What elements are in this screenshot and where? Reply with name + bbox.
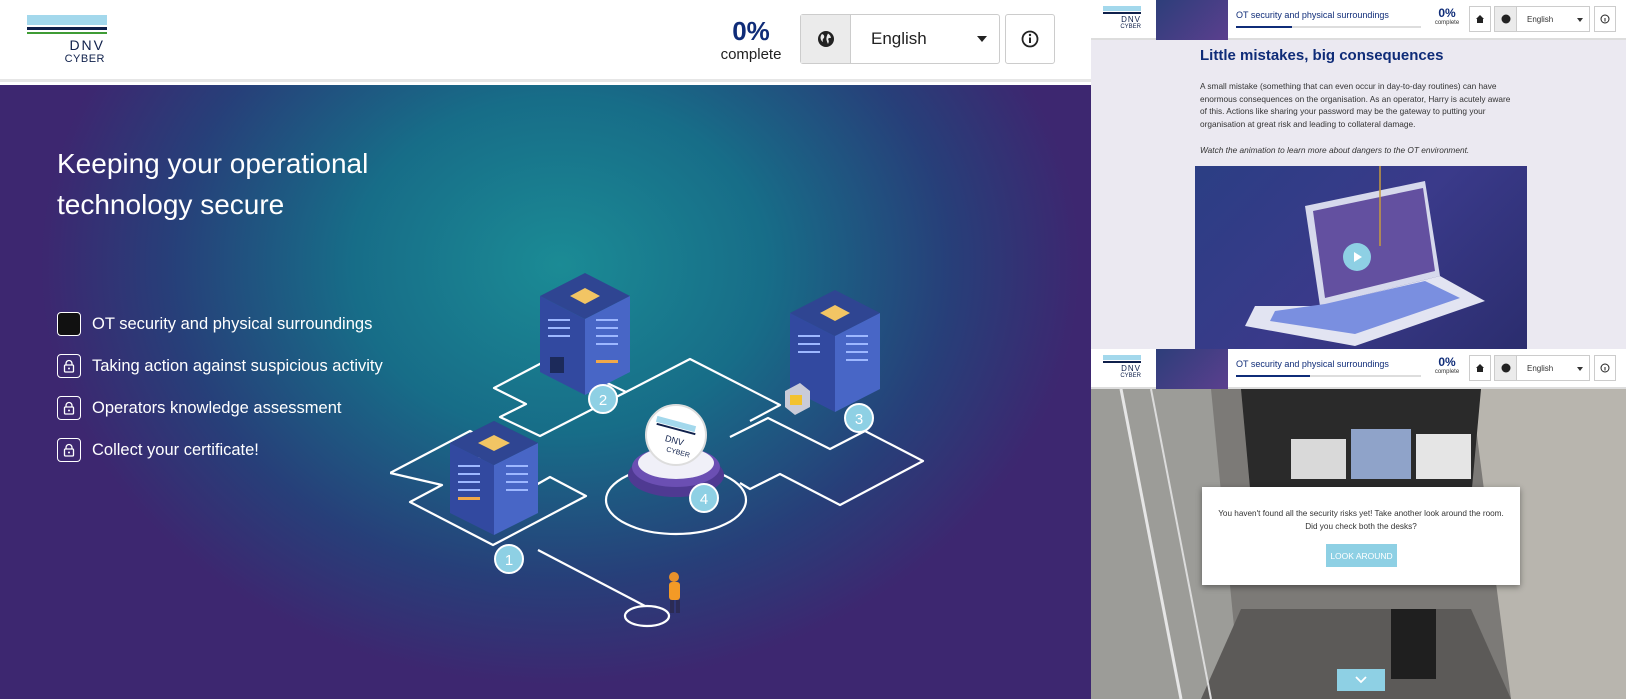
language-selector[interactable]: English: [800, 14, 1000, 64]
info-button[interactable]: [1594, 355, 1616, 381]
operator-figure: [669, 572, 680, 613]
globe-icon: [1495, 356, 1517, 380]
module-label: Taking action against suspicious activit…: [92, 356, 383, 375]
info-icon: [1600, 14, 1610, 24]
module-label: Collect your certificate!: [92, 440, 259, 459]
header: DNV CYBER 0% complete English: [0, 0, 1091, 82]
module-item-knowledge-assessment: Operators knowledge assessment: [57, 387, 383, 429]
logo-text-cyber: CYBER: [1120, 373, 1141, 379]
marker-label: 4: [700, 491, 708, 508]
screenshot-collage: DNV CYBER 0% complete English Keeping yo…: [0, 0, 1626, 699]
header: DNV CYBER OT security and physical surro…: [1091, 349, 1626, 389]
lesson-screen-animation: DNV CYBER OT security and physical surro…: [1091, 0, 1626, 350]
course-overview: Keeping your operational technology secu…: [0, 85, 1091, 699]
animation-player[interactable]: [1195, 166, 1527, 350]
marker-1[interactable]: 1: [494, 544, 524, 574]
home-icon: [1476, 364, 1484, 372]
feedback-dialog: You haven't found all the security risks…: [1202, 487, 1520, 585]
main-course-screen: DNV CYBER 0% complete English Keeping yo…: [0, 0, 1091, 699]
home-icon: [1476, 15, 1484, 23]
course-title-dropdown[interactable]: OT security and physical surroundings: [1236, 359, 1389, 369]
globe-icon: [801, 15, 851, 63]
dnv-cyber-logo[interactable]: DNV CYBER: [27, 15, 107, 65]
course-map-illustration: DNV CYBER 1 2 3 4: [390, 273, 925, 628]
module-label: OT security and physical surroundings: [92, 314, 373, 333]
logo-text-cyber: CYBER: [64, 53, 105, 65]
marker-4[interactable]: 4: [689, 483, 719, 513]
progress-percent: 0%: [1438, 355, 1456, 369]
info-button[interactable]: [1594, 6, 1616, 32]
progress-indicator: 0% complete: [716, 16, 786, 64]
module-list: OT security and physical surroundings Ta…: [57, 303, 383, 471]
module-item-suspicious-activity: Taking action against suspicious activit…: [57, 345, 383, 387]
marker-2[interactable]: 2: [588, 384, 618, 414]
home-button[interactable]: [1469, 6, 1491, 32]
dnv-cyber-logo[interactable]: DNV CYBER: [1103, 6, 1141, 34]
dnv-cyber-logo[interactable]: DNV CYBER: [1103, 355, 1141, 383]
dnv-hub-platform[interactable]: DNV CYBER: [628, 404, 724, 497]
home-button[interactable]: [1469, 355, 1491, 381]
progress-label: complete: [720, 46, 782, 63]
play-icon: [1354, 252, 1362, 262]
logo-text-dnv: DNV: [1121, 364, 1141, 373]
course-thumbnail[interactable]: [1156, 349, 1228, 389]
look-around-button[interactable]: LOOK AROUND: [1326, 544, 1397, 567]
course-title-dropdown[interactable]: OT security and physical surroundings: [1236, 10, 1389, 20]
lesson-screen-room: DNV CYBER OT security and physical surro…: [1091, 349, 1626, 699]
chevron-down-icon: [1355, 676, 1367, 684]
lock-icon: [57, 396, 81, 420]
lock-icon: [57, 354, 81, 378]
logo-text-dnv: DNV: [69, 37, 105, 53]
server-rack-1[interactable]: [450, 421, 538, 535]
module-item-certificate: Collect your certificate!: [57, 429, 383, 471]
header: DNV CYBER OT security and physical surro…: [1091, 0, 1626, 40]
language-value: English: [1517, 356, 1589, 380]
language-value: English: [871, 29, 927, 48]
language-selector[interactable]: English: [1494, 355, 1590, 381]
play-button[interactable]: [1343, 243, 1371, 271]
info-button[interactable]: [1005, 14, 1055, 64]
marker-label: 3: [855, 411, 863, 428]
progress-indicator: 0% complete: [1429, 6, 1465, 26]
language-selector[interactable]: English: [1494, 6, 1590, 32]
lesson-body: A small mistake (something that can even…: [1200, 81, 1511, 129]
progress-label: complete: [1434, 20, 1460, 26]
progress-indicator: 0% complete: [1429, 355, 1465, 375]
logo-text-dnv: DNV: [1121, 15, 1141, 24]
marker-3[interactable]: 3: [844, 403, 874, 433]
dialog-message: You haven't found all the security risks…: [1218, 509, 1504, 531]
language-value: English: [1517, 7, 1589, 31]
module-label: Operators knowledge assessment: [92, 398, 342, 417]
logo-text-cyber: CYBER: [1120, 24, 1141, 30]
module-status-current: [57, 312, 81, 336]
info-icon: [1600, 363, 1610, 373]
language-select[interactable]: English: [851, 15, 999, 63]
globe-icon: [1495, 7, 1517, 31]
lock-icon: [57, 438, 81, 462]
course-thumbnail[interactable]: [1156, 0, 1228, 40]
page-title: Keeping your operational technology secu…: [57, 148, 369, 220]
progress-percent: 0%: [1438, 6, 1456, 20]
module-item-ot-security[interactable]: OT security and physical surroundings: [57, 303, 383, 345]
marker-label: 2: [599, 392, 607, 409]
server-rack-3[interactable]: [785, 290, 880, 415]
progress-percent: 0%: [732, 16, 770, 46]
lesson-hint: Watch the animation to learn more about …: [1200, 145, 1470, 155]
server-rack-2[interactable]: [540, 273, 630, 395]
course-progress-bar: [1236, 375, 1421, 377]
scroll-down-button[interactable]: [1337, 669, 1385, 691]
course-progress-bar: [1236, 26, 1421, 28]
caret-down-icon: [977, 36, 987, 42]
info-icon: [1021, 30, 1039, 48]
padlock-icon: [790, 395, 802, 405]
marker-label: 1: [505, 552, 513, 569]
progress-label: complete: [1434, 369, 1460, 375]
lesson-title: Little mistakes, big consequences: [1200, 47, 1444, 64]
